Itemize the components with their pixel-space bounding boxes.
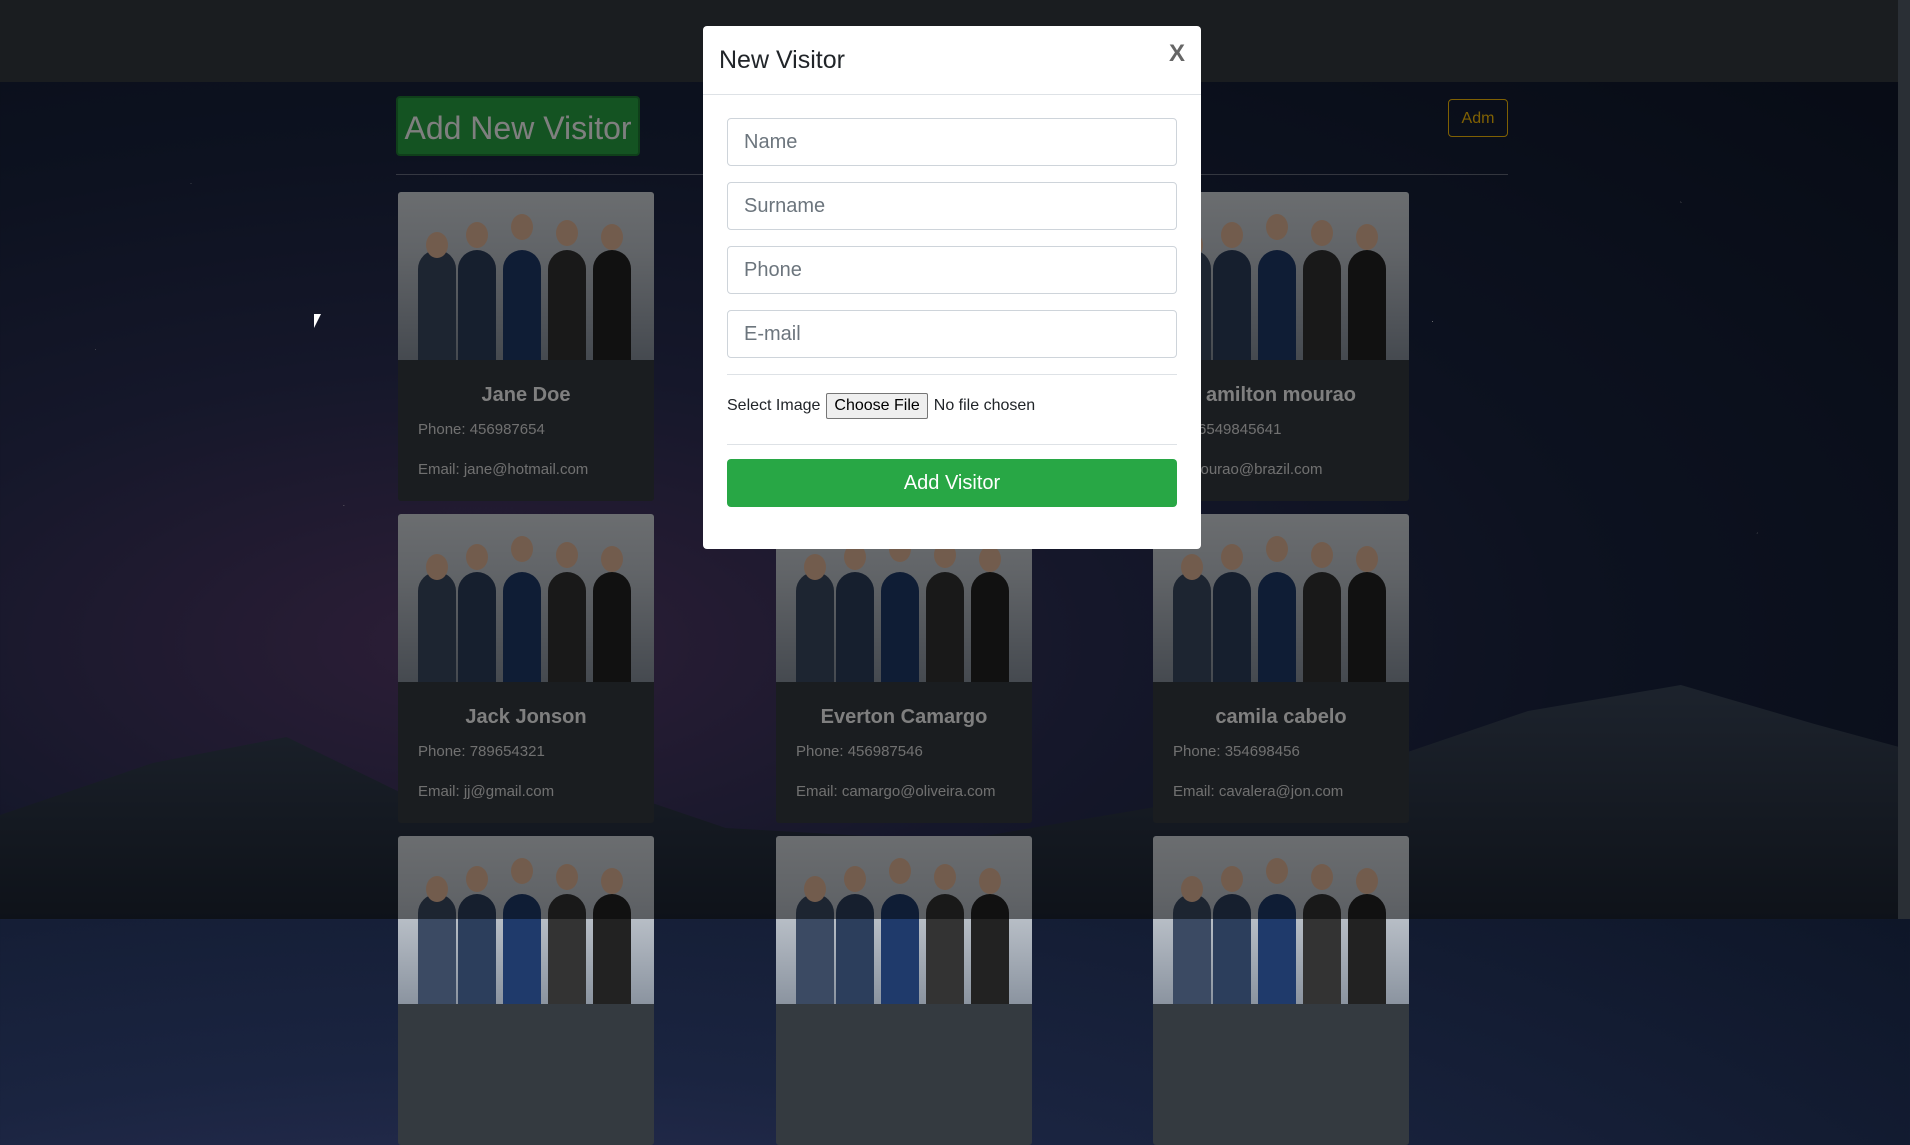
name-field[interactable]	[727, 118, 1177, 166]
choose-file-button[interactable]: Choose File	[826, 393, 928, 419]
modal-header: New Visitor X	[703, 26, 1201, 95]
add-visitor-button[interactable]: Add Visitor	[727, 459, 1177, 507]
mouse-cursor-icon	[314, 314, 321, 328]
file-upload-row: Select Image Choose File No file chosen	[727, 393, 1035, 419]
form-divider	[727, 444, 1177, 445]
scrollbar[interactable]	[1898, 0, 1910, 919]
new-visitor-modal: New Visitor X Select Image Choose File N…	[703, 26, 1201, 549]
email-field[interactable]	[727, 310, 1177, 358]
no-file-label: No file chosen	[933, 397, 1036, 414]
select-image-label: Select Image	[727, 397, 821, 414]
modal-title: New Visitor	[719, 46, 845, 74]
phone-field[interactable]	[727, 246, 1177, 294]
surname-field[interactable]	[727, 182, 1177, 230]
close-icon[interactable]: X	[1169, 40, 1185, 68]
form-divider	[727, 374, 1177, 375]
